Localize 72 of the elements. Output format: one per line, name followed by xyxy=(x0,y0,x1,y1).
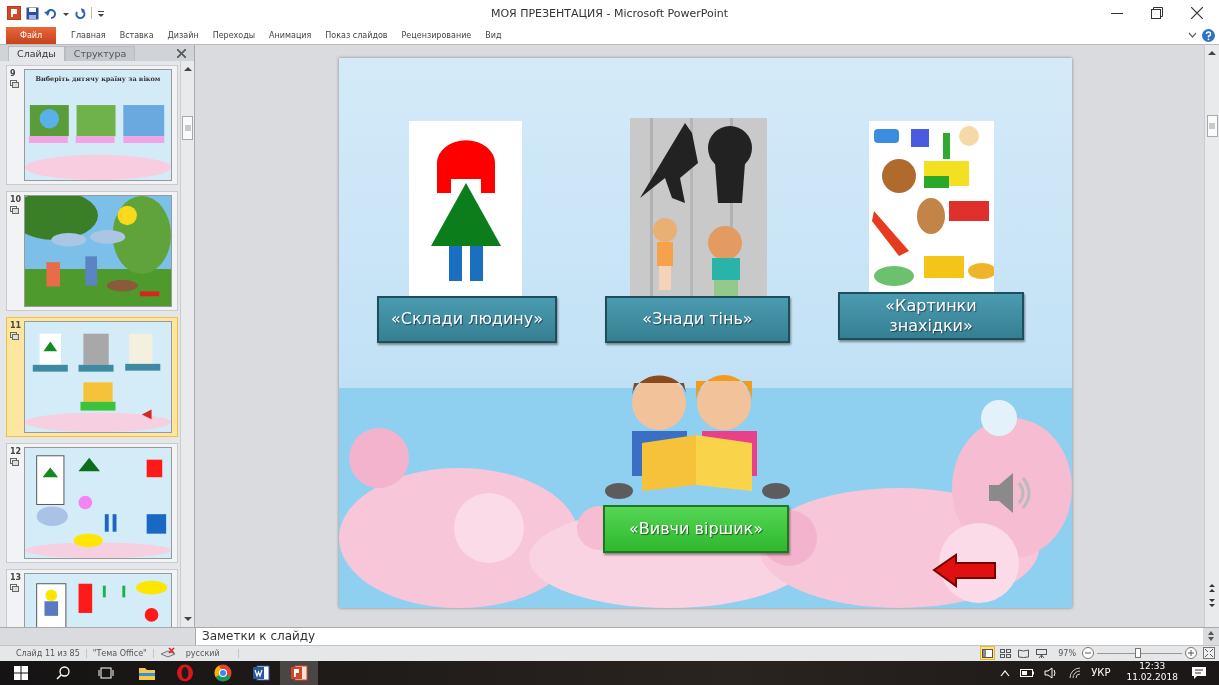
close-icon[interactable] xyxy=(1191,7,1203,20)
chevron-up-icon[interactable] xyxy=(1000,669,1011,677)
slide-thumbnail[interactable]: 13 xyxy=(6,568,178,627)
restore-icon[interactable] xyxy=(1151,7,1163,20)
slide-number: 10 xyxy=(10,194,22,204)
ribbon-tab[interactable]: Вставка xyxy=(112,30,161,40)
ribbon-tab[interactable]: Рецензирование xyxy=(394,30,479,40)
ribbon-tab[interactable]: Анимация xyxy=(262,30,319,40)
back-arrow-icon[interactable] xyxy=(932,552,997,588)
close-icon[interactable] xyxy=(177,48,186,58)
transition-icon xyxy=(10,331,19,340)
ribbon-tab[interactable]: Показ слайдов xyxy=(318,30,395,40)
wifi-icon[interactable] xyxy=(1068,667,1083,679)
zoom-slider[interactable] xyxy=(1097,647,1182,660)
sorter-view-button[interactable] xyxy=(998,646,1014,661)
reading-view-button[interactable] xyxy=(1016,646,1032,661)
task-view-icon[interactable] xyxy=(98,666,114,680)
save-icon[interactable] xyxy=(26,6,39,20)
slide-number: 11 xyxy=(10,320,22,330)
battery-icon[interactable] xyxy=(1020,669,1035,677)
transition-icon xyxy=(10,79,19,88)
spelling-icon[interactable] xyxy=(159,647,176,660)
panel-tab[interactable]: Слайды xyxy=(8,45,65,61)
notifications-icon[interactable] xyxy=(1191,666,1207,680)
slide-number: 13 xyxy=(10,572,22,582)
window-title: МОЯ ПРЕЗЕНТАЦИЯ - Microsoft PowerPoint xyxy=(490,6,729,20)
powerpoint-icon xyxy=(7,6,21,21)
fit-window-icon[interactable] xyxy=(1203,647,1215,660)
previous-slide-icon[interactable] xyxy=(1207,581,1217,594)
slide-link-button[interactable]: «Знади тінь» xyxy=(605,295,790,343)
search-icon[interactable] xyxy=(56,666,70,680)
clock-time[interactable]: 12:33 xyxy=(1139,661,1166,672)
slide-number: 12 xyxy=(10,446,22,456)
slide-thumbnail[interactable]: 12 xyxy=(6,442,178,563)
help-icon[interactable] xyxy=(1202,28,1215,42)
slide-thumbnail[interactable]: 10 xyxy=(6,190,178,311)
slide-counter: Слайд 11 из 85 xyxy=(10,648,87,658)
transition-icon xyxy=(10,205,19,214)
ribbon-tab[interactable]: Главная xyxy=(64,30,113,40)
chrome-icon[interactable] xyxy=(214,664,232,682)
collapse-ribbon-icon[interactable] xyxy=(1188,31,1197,40)
theme-name[interactable]: "Тема Office" xyxy=(86,648,154,658)
ribbon-tab[interactable]: Дизайн xyxy=(160,30,206,40)
zoom-in-icon[interactable] xyxy=(1185,647,1197,660)
next-slide-icon[interactable] xyxy=(1207,596,1217,609)
slide-link-button[interactable]: «Картинки знахідки» xyxy=(838,291,1024,340)
slide-link-button[interactable]: «Склади людину» xyxy=(377,295,557,343)
ribbon-tab[interactable]: Переходы xyxy=(205,30,263,40)
word-icon[interactable] xyxy=(252,664,270,682)
panel-tab[interactable]: Структура xyxy=(64,45,136,61)
transition-icon xyxy=(10,457,19,466)
ribbon-tab[interactable]: Вид xyxy=(478,30,509,40)
keyboard-language[interactable]: УКР xyxy=(1091,667,1111,679)
scrollbar-thumb[interactable] xyxy=(182,115,193,140)
slide-thumbnail[interactable]: 11 xyxy=(6,316,178,437)
powerpoint-icon[interactable] xyxy=(290,664,308,682)
clock-date[interactable]: 11.02.2018 xyxy=(1126,672,1178,683)
transition-icon xyxy=(10,583,19,592)
show-view-button[interactable] xyxy=(1034,646,1050,661)
folder-icon[interactable] xyxy=(138,665,156,681)
slide-number: 9 xyxy=(10,68,16,78)
zoom-out-icon[interactable] xyxy=(1082,647,1094,660)
undo-icon[interactable] xyxy=(44,6,58,20)
normal-view-button[interactable] xyxy=(980,646,996,661)
scrollbar-thumb[interactable] xyxy=(1206,114,1218,137)
notes-field[interactable]: Заметки к слайду xyxy=(195,627,1203,645)
language-indicator[interactable]: русский xyxy=(175,648,239,658)
redo-icon[interactable] xyxy=(74,6,86,20)
volume-icon[interactable] xyxy=(1044,667,1059,679)
zoom-level[interactable]: 97% xyxy=(1052,648,1082,658)
opera-icon[interactable] xyxy=(176,664,194,682)
windows-start-icon[interactable] xyxy=(14,666,28,680)
